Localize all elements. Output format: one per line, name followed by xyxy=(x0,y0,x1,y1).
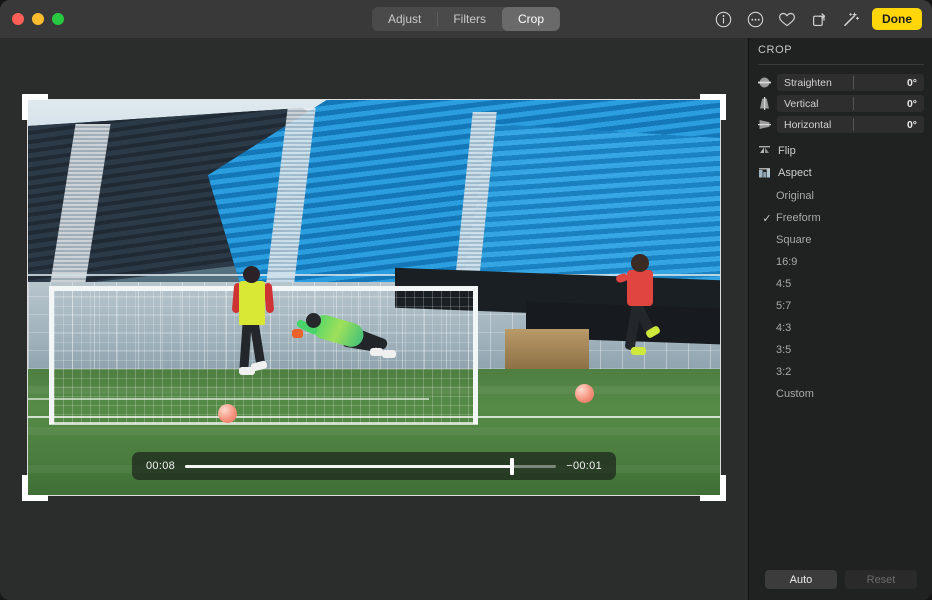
vertical-value: 0° xyxy=(907,98,917,110)
favorite-heart-icon[interactable] xyxy=(776,8,798,30)
tab-adjust-label: Adjust xyxy=(388,12,421,26)
football-ball-far xyxy=(575,384,594,403)
playback-scrubber[interactable] xyxy=(185,465,556,468)
crop-frame[interactable]: 00:08 −00:01 xyxy=(28,100,720,495)
horizontal-slider[interactable]: Horizontal 0° xyxy=(777,116,924,133)
aspect-label-4-5: 4:5 xyxy=(776,278,791,290)
crop-edge-left[interactable] xyxy=(27,100,28,495)
auto-enhance-wand-icon[interactable] xyxy=(840,8,862,30)
playhead-knob[interactable] xyxy=(510,458,514,475)
aspect-label-3-2: 3:2 xyxy=(776,366,791,378)
tab-filters-label: Filters xyxy=(453,12,486,26)
aspect-option-5-7[interactable]: 5:7 xyxy=(758,295,924,317)
aspect-option-original[interactable]: Original xyxy=(758,185,924,207)
aspect-label-4-3: 4:3 xyxy=(776,322,791,334)
titlebar: Adjust Filters Crop xyxy=(0,0,932,38)
tab-filters[interactable]: Filters xyxy=(437,7,502,31)
editor-canvas[interactable]: 00:08 −00:01 xyxy=(0,38,748,600)
aspect-option-3-5[interactable]: 3:5 xyxy=(758,339,924,361)
straighten-value: 0° xyxy=(907,77,917,89)
wooden-structure xyxy=(505,329,588,369)
horizontal-label: Horizontal xyxy=(777,119,831,131)
tab-crop[interactable]: Crop xyxy=(502,7,560,31)
slider-row-horizontal[interactable]: Horizontal 0° xyxy=(758,116,924,133)
vertical-perspective-icon xyxy=(758,97,771,110)
aspect-option-freeform[interactable]: ✓ Freeform xyxy=(758,207,924,229)
aspect-label-freeform: Freeform xyxy=(776,212,821,224)
player-running-right xyxy=(622,254,658,436)
aspect-icon xyxy=(758,167,771,180)
flip-icon xyxy=(758,145,771,158)
sidebar-divider xyxy=(758,64,924,65)
player-goalkeeper-diving xyxy=(298,309,394,381)
slider-row-straighten[interactable]: Straighten 0° xyxy=(758,74,924,91)
straighten-slider[interactable]: Straighten 0° xyxy=(777,74,924,91)
reset-button: Reset xyxy=(845,570,917,589)
vertical-label: Vertical xyxy=(777,98,818,110)
straighten-slider-divider xyxy=(853,76,854,89)
aspect-option-4-5[interactable]: 4:5 xyxy=(758,273,924,295)
goal-post-left xyxy=(49,286,54,424)
vertical-slider[interactable]: Vertical 0° xyxy=(777,95,924,112)
aspect-check-freeform: ✓ xyxy=(758,212,776,225)
crop-edge-right[interactable] xyxy=(720,100,721,495)
crop-edge-bottom[interactable] xyxy=(28,495,720,496)
horizontal-slider-divider xyxy=(853,118,854,131)
aspect-label-5-7: 5:7 xyxy=(776,300,791,312)
photos-editor-window: Adjust Filters Crop xyxy=(0,0,932,600)
sidebar-title: CROP xyxy=(758,44,792,56)
slider-row-vertical[interactable]: Vertical 0° xyxy=(758,95,924,112)
aspect-label: Aspect xyxy=(778,167,812,179)
aspect-label-3-5: 3:5 xyxy=(776,344,791,356)
player-striker xyxy=(236,266,270,444)
flip-label: Flip xyxy=(778,145,796,157)
straighten-label: Straighten xyxy=(777,77,832,89)
aspect-option-square[interactable]: Square xyxy=(758,229,924,251)
close-window-button[interactable] xyxy=(12,13,24,25)
photo-preview: 00:08 −00:01 xyxy=(28,100,720,495)
done-button[interactable]: Done xyxy=(872,8,922,30)
aspect-label-custom: Custom xyxy=(776,388,814,400)
editor-mode-tabs: Adjust Filters Crop xyxy=(372,7,560,31)
sidebar-footer-buttons: Auto Reset xyxy=(749,570,932,590)
auto-button[interactable]: Auto xyxy=(765,570,837,589)
info-icon[interactable] xyxy=(712,8,734,30)
aspect-label-square: Square xyxy=(776,234,811,246)
aspect-option-custom[interactable]: Custom xyxy=(758,383,924,405)
horizontal-value: 0° xyxy=(907,119,917,131)
playback-progress xyxy=(185,465,512,468)
aspect-option-3-2[interactable]: 3:2 xyxy=(758,361,924,383)
aspect-label-original: Original xyxy=(776,190,814,202)
more-ellipsis-icon[interactable] xyxy=(744,8,766,30)
crop-sidebar: CROP Straighten 0° xyxy=(748,38,932,600)
vertical-slider-divider xyxy=(853,97,854,110)
aspect-option-16-9[interactable]: 16:9 xyxy=(758,251,924,273)
remaining-time: −00:01 xyxy=(566,460,602,472)
horizontal-perspective-icon xyxy=(758,118,771,131)
aspect-label-16-9: 16:9 xyxy=(776,256,797,268)
minimize-window-button[interactable] xyxy=(32,13,44,25)
elapsed-time: 00:08 xyxy=(146,460,175,472)
aspect-row[interactable]: Aspect xyxy=(758,164,924,182)
goal-post-right xyxy=(473,286,478,424)
playback-controls[interactable]: 00:08 −00:01 xyxy=(132,452,616,480)
aspect-option-4-3[interactable]: 4:3 xyxy=(758,317,924,339)
maximize-window-button[interactable] xyxy=(52,13,64,25)
rotate-icon[interactable] xyxy=(808,8,830,30)
tab-adjust[interactable]: Adjust xyxy=(372,7,437,31)
tab-crop-label: Crop xyxy=(518,12,544,26)
flip-row[interactable]: Flip xyxy=(758,142,924,160)
crop-edge-top[interactable] xyxy=(28,99,720,100)
window-controls xyxy=(12,13,64,25)
straighten-icon xyxy=(758,76,771,89)
toolbar-actions: Done xyxy=(712,6,922,32)
